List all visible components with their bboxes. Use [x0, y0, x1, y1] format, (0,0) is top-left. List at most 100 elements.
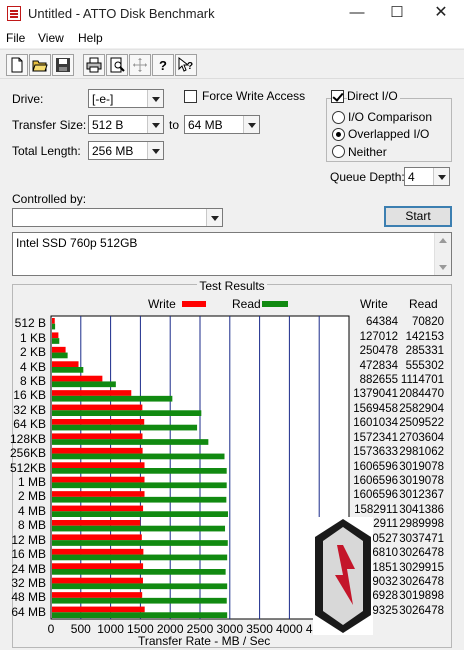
- write-value: 64384: [366, 316, 398, 329]
- category-label: 48 MB: [11, 590, 46, 605]
- write-value: 1606596: [353, 460, 398, 473]
- write-bar: [52, 390, 132, 396]
- write-bar: [52, 505, 144, 512]
- read-value: 2703604: [399, 431, 444, 444]
- read-bar: [52, 410, 202, 416]
- x-axis-title: Transfer Rate - MB / Sec: [138, 634, 271, 648]
- category-label: 16 KB: [13, 388, 46, 403]
- category-label: 512KB: [9, 460, 46, 475]
- read-value: 3019898: [399, 590, 444, 603]
- write-bar: [52, 346, 66, 353]
- category-label: 16 MB: [11, 547, 46, 562]
- read-value: 3026478: [399, 604, 444, 617]
- read-value: 2981062: [399, 446, 444, 459]
- write-bar: [52, 375, 103, 382]
- category-label: 8 MB: [17, 518, 46, 533]
- write-value: 1601034: [353, 417, 398, 430]
- read-value: 3037471: [399, 532, 444, 545]
- read-bar: [52, 395, 173, 402]
- watermark-logo: [313, 517, 373, 635]
- write-bar: [52, 476, 145, 483]
- write-bar: [52, 534, 142, 541]
- write-bar: [52, 563, 144, 569]
- read-bar: [52, 468, 227, 474]
- read-bar: [52, 569, 226, 575]
- read-value: 3029915: [399, 561, 444, 574]
- read-bar: [52, 525, 226, 532]
- read-value: 3026478: [399, 547, 444, 560]
- category-label: 1 KB: [19, 330, 46, 345]
- write-bar: [52, 404, 143, 411]
- read-value: 2509522: [399, 417, 444, 430]
- read-bar: [52, 583, 228, 590]
- write-value: 472834: [359, 359, 398, 372]
- write-value: 1582911: [354, 503, 398, 516]
- category-label: 32 KB: [13, 402, 46, 417]
- write-bar: [52, 462, 145, 468]
- write-bar: [52, 577, 143, 584]
- read-value: 3019078: [399, 474, 444, 487]
- read-value: 142153: [405, 330, 444, 343]
- category-label: 64 MB: [11, 604, 46, 619]
- category-label: 12 MB: [11, 532, 46, 547]
- read-bar: [52, 597, 227, 604]
- read-bar: [52, 496, 227, 503]
- read-value: 3019078: [399, 460, 444, 473]
- read-bar: [52, 453, 225, 460]
- category-label: 64 KB: [13, 417, 46, 432]
- category-label: 2 MB: [17, 489, 46, 504]
- write-bar: [52, 491, 145, 497]
- category-label: 4 MB: [17, 503, 46, 518]
- read-bar: [52, 612, 228, 618]
- read-bar: [52, 323, 56, 330]
- read-value: 70820: [412, 316, 444, 329]
- write-value: 1379041: [353, 388, 398, 401]
- write-value: 1606596: [353, 474, 398, 487]
- write-bar: [52, 318, 55, 324]
- read-bar: [52, 338, 60, 344]
- write-bar: [52, 606, 145, 613]
- read-bar: [52, 367, 84, 373]
- read-value: 3026478: [399, 575, 444, 588]
- read-bar: [52, 511, 229, 517]
- category-label: 1 MB: [17, 474, 46, 489]
- write-bar: [52, 361, 79, 367]
- read-bar: [52, 540, 228, 546]
- write-bar: [52, 332, 59, 339]
- read-value: 555302: [405, 359, 444, 372]
- write-value: 1569458: [353, 402, 398, 415]
- read-value: 3041386: [399, 503, 444, 516]
- category-label: 24 MB: [11, 561, 46, 576]
- write-bar: [52, 520, 141, 526]
- read-bar: [52, 352, 68, 359]
- read-value: 285331: [405, 345, 444, 358]
- write-value: 1572341: [353, 431, 398, 444]
- read-bar: [52, 439, 209, 445]
- read-bar: [52, 482, 227, 489]
- write-bar: [52, 548, 144, 555]
- category-label: 256KB: [9, 446, 46, 461]
- write-value: 1573633: [353, 446, 398, 459]
- category-label: 512 B: [14, 316, 46, 331]
- read-value: 2084470: [399, 388, 444, 401]
- write-bar: [52, 592, 143, 598]
- write-bar: [52, 433, 143, 440]
- category-label: 4 KB: [19, 359, 46, 374]
- write-bar: [52, 419, 145, 425]
- category-label: 128KB: [9, 431, 46, 446]
- write-bar: [52, 447, 143, 454]
- write-value: 250478: [359, 345, 398, 358]
- read-value: 1114701: [400, 373, 444, 386]
- read-value: 2989998: [399, 518, 444, 531]
- category-label: 32 MB: [11, 575, 46, 590]
- category-label: 8 KB: [19, 373, 46, 388]
- read-bar: [52, 381, 116, 388]
- read-bar: [52, 554, 228, 561]
- read-value: 2582904: [399, 402, 444, 415]
- read-value: 3012367: [399, 489, 444, 502]
- category-label: 2 KB: [19, 345, 46, 360]
- read-bar: [52, 424, 198, 431]
- write-value: 882655: [359, 373, 398, 386]
- write-value: 127012: [359, 330, 398, 343]
- write-value: 1606596: [353, 489, 398, 502]
